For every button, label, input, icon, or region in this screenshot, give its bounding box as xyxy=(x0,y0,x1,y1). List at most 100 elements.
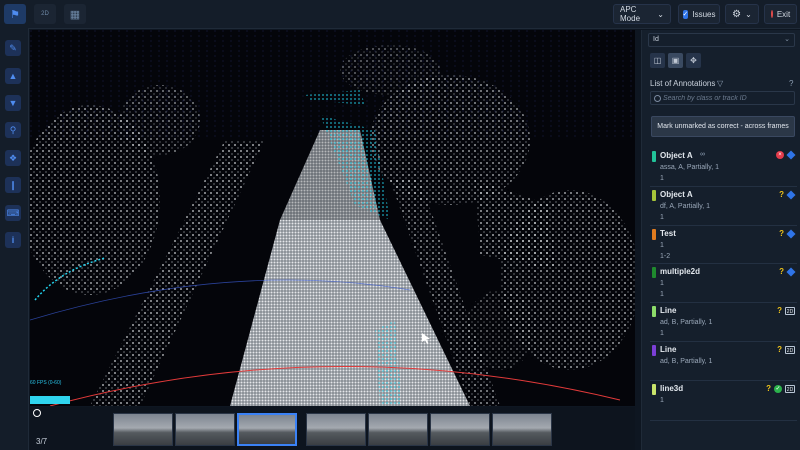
pen-icon: ✎ xyxy=(9,42,17,53)
help-icon[interactable]: ? xyxy=(789,79,793,88)
annotation-color-swatch xyxy=(652,190,656,201)
chevron-down-icon: ⌄ xyxy=(745,9,752,19)
frame-thumbnail-1[interactable] xyxy=(113,413,173,446)
frame-thumbnail-3[interactable] xyxy=(237,413,297,446)
view-grid-button[interactable]: ▦ xyxy=(64,4,86,24)
image-2d-icon[interactable]: 2D xyxy=(785,384,795,393)
question-icon[interactable]: ? xyxy=(779,190,784,199)
annotation-search-input[interactable] xyxy=(663,92,791,104)
question-icon[interactable]: ? xyxy=(777,306,782,315)
cube-3d-icon[interactable] xyxy=(786,228,796,239)
annotations-list-title: List of Annotations xyxy=(650,79,716,88)
annotation-attributes: 1 xyxy=(660,242,664,249)
frame-thumbnail-5[interactable] xyxy=(368,413,428,446)
annotation-item[interactable]: line3d 1? ✓ 2D xyxy=(650,380,797,421)
cube-3d-icon[interactable] xyxy=(786,266,796,277)
annotation-status-icons: ? 2D xyxy=(777,345,795,354)
question-icon[interactable]: ? xyxy=(766,384,771,393)
annotation-status-icons: × xyxy=(776,150,796,160)
cube-icon: ▣ xyxy=(671,56,680,65)
info-button[interactable]: i xyxy=(5,232,21,248)
label-by-select[interactable]: Id ⌄ xyxy=(648,33,795,47)
info-icon: i xyxy=(11,235,15,245)
chevron-down-icon: ⌄ xyxy=(657,9,664,19)
annotation-color-swatch xyxy=(652,384,656,395)
image-2d-icon[interactable]: 2D xyxy=(785,345,795,354)
mode-dropdown[interactable]: APC Mode ⌄ xyxy=(613,4,671,24)
check-circle-icon[interactable]: ✓ xyxy=(774,384,782,393)
fps-meter xyxy=(30,396,70,404)
annotation-title: Object A xyxy=(660,151,693,160)
cube-3d-icon[interactable] xyxy=(786,150,796,160)
mode-label: APC Mode xyxy=(620,5,641,23)
image-2d-icon[interactable]: 2D xyxy=(785,306,795,315)
frame-thumbnail-2[interactable] xyxy=(175,413,235,446)
filter-icon[interactable]: ▽ xyxy=(717,79,723,88)
annotation-item[interactable]: multiple2d 1 1? xyxy=(650,263,797,303)
annotation-color-swatch xyxy=(652,267,656,278)
zoom-button[interactable]: ⚲ xyxy=(5,122,21,138)
exit-icon xyxy=(770,10,773,18)
annotation-attributes: assa, A, Partially, 1 xyxy=(660,164,720,171)
annotation-attributes: 1 xyxy=(660,280,664,287)
move-button[interactable]: ✥ xyxy=(686,53,701,68)
exit-button[interactable]: Exit xyxy=(764,4,797,24)
layers-button[interactable]: ◫ xyxy=(650,53,665,68)
settings-dropdown[interactable]: ⚙ ⌄ xyxy=(725,4,759,24)
annotation-attributes: df, A, Partially, 1 xyxy=(660,203,711,210)
annotation-item[interactable]: Test 1 1-2? xyxy=(650,225,797,264)
annotations-panel: Id ⌄ ◫ ▣ ✥ List of Annotations ▽ ? Mark … xyxy=(641,30,800,450)
grid-icon: ▦ xyxy=(69,8,81,21)
top-toolbar: ⚑ 2D ▦ APC Mode ⌄ ✓ Issues ⚙ ⌄ Exit xyxy=(0,0,800,29)
arrow-down-icon: ▼ xyxy=(8,98,18,108)
frame-thumbnail-7[interactable] xyxy=(492,413,552,446)
flag-tool-button[interactable]: ⚑ xyxy=(4,4,26,24)
layers-icon: ◫ xyxy=(653,56,662,65)
cube-view-button[interactable]: ▣ xyxy=(668,53,683,68)
annotation-attributes: ad, B, Partially, 1 xyxy=(660,358,713,365)
issues-toggle[interactable]: ✓ Issues xyxy=(678,4,720,24)
issues-label: Issues xyxy=(692,9,716,19)
annotation-color-swatch xyxy=(652,345,656,356)
annotation-title: Test xyxy=(660,229,676,238)
question-icon[interactable]: ? xyxy=(777,345,782,354)
frame-thumbnail-4[interactable] xyxy=(306,413,366,446)
annotation-status-icons: ? 2D xyxy=(777,306,795,315)
point-cloud-render[interactable] xyxy=(30,30,635,406)
move-down-button[interactable]: ▼ xyxy=(5,95,21,111)
pen-tool-button[interactable]: ✎ xyxy=(5,40,21,56)
mark-unmarked-correct-button[interactable]: Mark unmarked as correct - across frames xyxy=(651,116,795,137)
annotation-title: Line xyxy=(660,345,677,354)
view-2d-button[interactable]: 2D xyxy=(34,4,56,24)
annotation-item[interactable]: Object A df, A, Partially, 1 1? xyxy=(650,186,797,226)
error-icon[interactable]: × xyxy=(776,151,784,159)
annotation-item[interactable]: Line ad, B, Partially, 1? 2D xyxy=(650,341,797,381)
flag-icon: ⚑ xyxy=(10,8,20,21)
annotation-track-id: 1 xyxy=(660,175,664,182)
chevron-down-icon: ⌄ xyxy=(784,36,790,43)
question-icon[interactable]: ? xyxy=(779,267,784,276)
move-up-button[interactable]: ▲ xyxy=(5,68,21,84)
keyboard-button[interactable]: ⌨ xyxy=(5,205,21,221)
image-2d-icon: 2D xyxy=(41,11,49,17)
annotation-item[interactable]: Line ad, B, Partially, 1 1? 2D xyxy=(650,302,797,342)
frame-thumbnail-6[interactable] xyxy=(430,413,490,446)
search-icon[interactable] xyxy=(33,409,41,417)
fit-view-button[interactable]: ❖ xyxy=(5,150,21,166)
question-icon[interactable]: ? xyxy=(779,229,784,238)
cube-3d-icon[interactable] xyxy=(786,189,796,200)
annotation-search xyxy=(650,91,795,105)
checkbox-checked-icon[interactable]: ✓ xyxy=(682,9,689,19)
annotation-attributes: ad, B, Partially, 1 xyxy=(660,319,713,326)
annotation-title: multiple2d xyxy=(660,267,701,276)
point-cloud-viewport[interactable] xyxy=(30,30,635,406)
frame-counter: 3/7 xyxy=(36,437,48,446)
fit-view-icon: ❖ xyxy=(8,152,18,163)
vertical-tool-button[interactable]: ❙ xyxy=(5,177,21,193)
zoom-icon: ⚲ xyxy=(9,124,17,135)
annotation-track-id: 1-2 xyxy=(660,253,671,260)
annotation-track-id: 1 xyxy=(660,291,664,298)
annotation-track-id: 1 xyxy=(660,330,664,337)
annotation-color-swatch xyxy=(652,151,656,162)
annotation-item[interactable]: Object A ∞ assa, A, Partially, 1 1 × xyxy=(650,147,797,187)
